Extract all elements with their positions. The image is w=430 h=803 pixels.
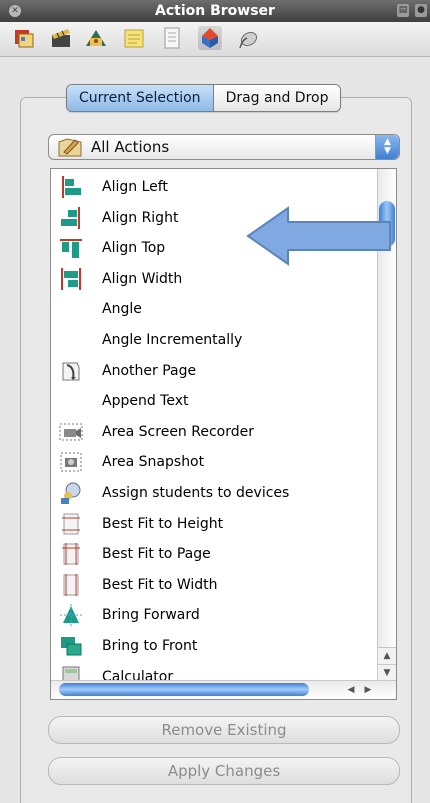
list-item-label: Append Text	[102, 393, 189, 410]
bring-forward-icon	[59, 603, 83, 627]
resources-icon[interactable]	[12, 26, 36, 50]
list-item[interactable]: Bring Forward	[51, 600, 376, 631]
list-item-label: Bring to Front	[102, 637, 198, 654]
list-item-label: Best Fit to Page	[102, 546, 211, 563]
list-item-label: Best Fit to Height	[102, 515, 224, 532]
window-title: Action Browser	[155, 3, 275, 19]
action-filter-dropdown[interactable]: All Actions ▲ ▼	[48, 134, 400, 160]
align-top-icon	[59, 236, 83, 260]
list-item[interactable]: Align Width	[51, 264, 376, 295]
align-width-icon	[59, 267, 83, 291]
properties-icon[interactable]	[160, 26, 184, 50]
workshop-icon[interactable]	[84, 26, 108, 50]
title-bar[interactable]: ✕ Action Browser ▤ ●	[0, 0, 430, 23]
tab-drag-and-drop[interactable]: Drag and Drop	[213, 85, 341, 111]
list-item-label: Align Left	[102, 179, 168, 195]
horizontal-scroll-thumb[interactable]	[59, 683, 309, 696]
chevron-updown-icon: ▲ ▼	[375, 135, 399, 159]
mode-segmented-control: Current Selection Drag and Drop	[66, 84, 342, 112]
list-item-label: Align Top	[102, 240, 166, 257]
notes-icon[interactable]	[122, 26, 146, 50]
list-item[interactable]: Area Snapshot	[51, 447, 376, 478]
list-item[interactable]: Area Screen Recorder	[51, 417, 376, 448]
list-item-label: Area Screen Recorder	[102, 423, 254, 440]
list-item[interactable]: Best Fit to Page	[51, 539, 376, 570]
list-item-label: Align Width	[102, 270, 183, 287]
action-icon[interactable]	[198, 26, 222, 50]
pointer-arrow-icon	[244, 204, 394, 268]
fit-width-icon	[59, 573, 83, 597]
align-right-icon	[59, 206, 83, 230]
list-item-label: Angle Incrementally	[102, 331, 243, 348]
list-item[interactable]: Angle	[51, 294, 376, 325]
apply-changes-button[interactable]: Apply Changes	[48, 757, 400, 785]
movie-icon[interactable]	[49, 26, 73, 50]
scroll-up-arrow-icon[interactable]: ▲	[378, 647, 396, 664]
list-item-label: Another Page	[102, 362, 197, 379]
list-item[interactable]: Bring to Front	[51, 631, 376, 662]
list-item-label: Angle	[102, 301, 142, 318]
filter-selected-value: All Actions	[91, 138, 170, 156]
list-item[interactable]: Angle Incrementally	[51, 325, 376, 356]
list-item[interactable]: Append Text	[51, 386, 376, 417]
assign-students-icon	[59, 481, 83, 505]
camera-icon	[59, 420, 83, 444]
mouse-icon[interactable]	[236, 26, 260, 50]
remove-existing-button[interactable]: Remove Existing	[48, 716, 400, 744]
list-item[interactable]: Align Left	[51, 172, 376, 203]
scroll-down-arrow-icon[interactable]: ▼	[378, 664, 396, 681]
list-item[interactable]: Assign students to devices	[51, 478, 376, 509]
list-item-label: Best Fit to Width	[102, 576, 218, 593]
fit-page-icon	[59, 542, 83, 566]
scroll-left-arrow-icon[interactable]: ◀	[343, 682, 359, 698]
snapshot-icon	[59, 450, 83, 474]
toolbar	[0, 22, 430, 57]
list-item-label: Align Right	[102, 209, 179, 226]
align-left-icon	[59, 175, 83, 199]
zoom-icon[interactable]: ●	[415, 4, 427, 17]
minimize-icon[interactable]: ▤	[397, 4, 409, 17]
actions-folder-icon	[57, 136, 83, 158]
list-item[interactable]: Best Fit to Height	[51, 509, 376, 540]
tab-current-selection[interactable]: Current Selection	[67, 85, 214, 111]
bring-to-front-icon	[59, 634, 83, 658]
list-item[interactable]: Best Fit to Width	[51, 570, 376, 601]
scroll-right-arrow-icon[interactable]: ▶	[360, 682, 376, 698]
horizontal-scrollbar[interactable]: ◀ ▶	[51, 680, 396, 699]
list-item-label: Assign students to devices	[102, 484, 290, 501]
page-curl-icon	[59, 359, 83, 383]
fit-height-icon	[59, 512, 83, 536]
action-browser-window: ✕ Action Browser ▤ ● Current Selection D…	[0, 0, 430, 803]
list-item-label: Area Snapshot	[102, 454, 205, 471]
list-item-label: Bring Forward	[102, 607, 200, 624]
list-item[interactable]: Another Page	[51, 356, 376, 387]
